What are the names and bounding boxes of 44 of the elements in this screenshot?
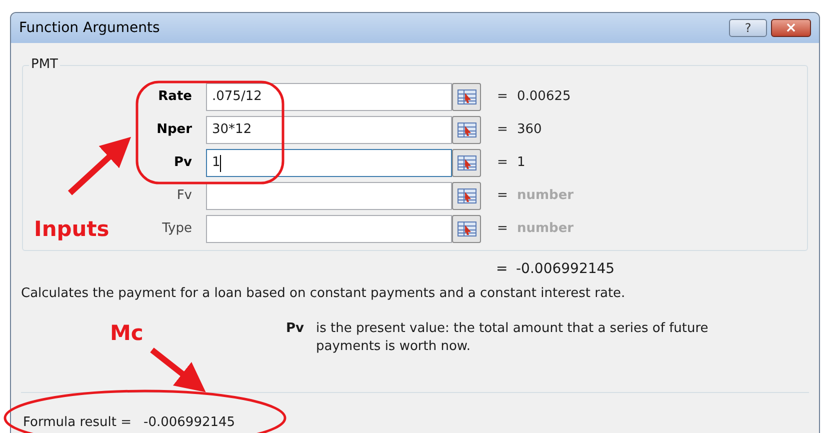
argument-field[interactable]: 30*12 — [206, 116, 452, 144]
annotation-label: Mc — [110, 320, 144, 347]
overall-result: -0.006992145 — [516, 260, 615, 278]
argument-result: number — [517, 187, 574, 206]
annotation-arrow — [68, 136, 132, 196]
argument-label: Nper — [156, 121, 192, 140]
function-description: Calculates the payment for a loan based on constant payments and a constant interest rate. — [21, 285, 626, 303]
argument-result: 0.00625 — [517, 88, 571, 106]
cell-picker-button[interactable] — [452, 83, 481, 111]
annotation-label: Inputs — [34, 216, 110, 243]
grid-icon — [456, 122, 476, 138]
grid-icon — [456, 188, 476, 204]
formula-result-value: -0.006992145 — [144, 414, 236, 432]
argument-field[interactable]: .075/12 — [206, 83, 452, 111]
equals-sign: = — [497, 154, 509, 172]
argument-field[interactable] — [206, 215, 452, 243]
argument-name: Pv — [286, 320, 306, 338]
text-cursor — [220, 154, 222, 172]
argument-label: Type — [162, 220, 192, 238]
grid-icon — [456, 155, 476, 171]
help-button[interactable]: ? — [729, 19, 767, 37]
argument-label: Rate — [158, 88, 192, 106]
formula-result-label: Formula result = — [23, 414, 132, 432]
argument-label: Pv — [174, 154, 192, 172]
argument-result: 1 — [517, 154, 526, 172]
equals-sign: = — [497, 220, 509, 238]
grid-icon — [456, 221, 476, 237]
equals-sign: = — [497, 121, 509, 140]
cell-picker-button[interactable] — [452, 182, 481, 210]
argument-field[interactable]: 1 — [206, 149, 452, 177]
argument-label: Fv — [176, 187, 192, 206]
cell-picker-button[interactable] — [452, 215, 481, 243]
argument-field[interactable] — [206, 182, 452, 210]
argument-help: is the present value: the total amount that a series of future payments is worth now. — [316, 320, 710, 356]
argument-result: number — [517, 220, 574, 238]
equals-sign: = — [497, 187, 509, 206]
argument-result: 360 — [517, 121, 542, 140]
grid-icon — [456, 89, 476, 105]
equals-sign: = — [496, 260, 509, 278]
equals-sign: = — [497, 88, 509, 106]
cell-picker-button[interactable] — [452, 149, 481, 177]
annotation-arrow — [150, 348, 206, 392]
cell-picker-button[interactable] — [452, 116, 481, 144]
window-title: Function Arguments — [19, 18, 160, 38]
